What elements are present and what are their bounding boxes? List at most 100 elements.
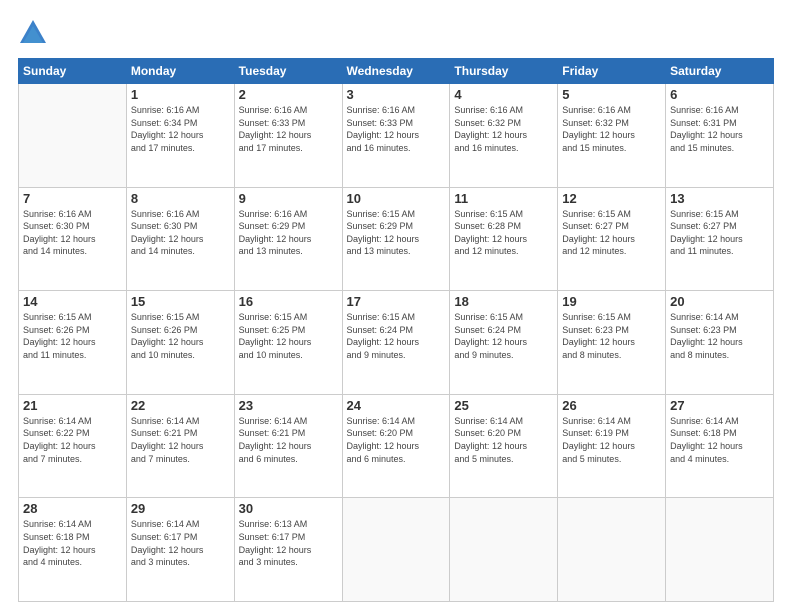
day-info: Sunrise: 6:14 AMSunset: 6:18 PMDaylight:… bbox=[670, 415, 769, 465]
day-number: 14 bbox=[23, 294, 122, 309]
day-info: Sunrise: 6:16 AMSunset: 6:32 PMDaylight:… bbox=[454, 104, 553, 154]
day-info: Sunrise: 6:15 AMSunset: 6:23 PMDaylight:… bbox=[562, 311, 661, 361]
day-info: Sunrise: 6:14 AMSunset: 6:20 PMDaylight:… bbox=[347, 415, 446, 465]
day-info: Sunrise: 6:16 AMSunset: 6:33 PMDaylight:… bbox=[239, 104, 338, 154]
calendar-cell: 14 Sunrise: 6:15 AMSunset: 6:26 PMDayligh… bbox=[19, 291, 127, 395]
calendar-cell: 27 Sunrise: 6:14 AMSunset: 6:18 PMDayligh… bbox=[666, 394, 774, 498]
calendar-body: 1 Sunrise: 6:16 AMSunset: 6:34 PMDaylight… bbox=[19, 84, 774, 602]
calendar-cell: 30 Sunrise: 6:13 AMSunset: 6:17 PMDayligh… bbox=[234, 498, 342, 602]
day-info: Sunrise: 6:15 AMSunset: 6:24 PMDaylight:… bbox=[454, 311, 553, 361]
day-number: 19 bbox=[562, 294, 661, 309]
calendar-cell: 25 Sunrise: 6:14 AMSunset: 6:20 PMDayligh… bbox=[450, 394, 558, 498]
weekday-thursday: Thursday bbox=[450, 59, 558, 84]
day-info: Sunrise: 6:14 AMSunset: 6:21 PMDaylight:… bbox=[131, 415, 230, 465]
weekday-saturday: Saturday bbox=[666, 59, 774, 84]
day-number: 13 bbox=[670, 191, 769, 206]
calendar-header: SundayMondayTuesdayWednesdayThursdayFrid… bbox=[19, 59, 774, 84]
calendar-cell: 15 Sunrise: 6:15 AMSunset: 6:26 PMDayligh… bbox=[126, 291, 234, 395]
day-number: 2 bbox=[239, 87, 338, 102]
day-info: Sunrise: 6:14 AMSunset: 6:17 PMDaylight:… bbox=[131, 518, 230, 568]
calendar-cell bbox=[19, 84, 127, 188]
day-info: Sunrise: 6:16 AMSunset: 6:29 PMDaylight:… bbox=[239, 208, 338, 258]
weekday-wednesday: Wednesday bbox=[342, 59, 450, 84]
calendar-cell bbox=[558, 498, 666, 602]
day-number: 25 bbox=[454, 398, 553, 413]
day-number: 5 bbox=[562, 87, 661, 102]
day-number: 21 bbox=[23, 398, 122, 413]
day-info: Sunrise: 6:15 AMSunset: 6:26 PMDaylight:… bbox=[23, 311, 122, 361]
day-number: 29 bbox=[131, 501, 230, 516]
day-number: 30 bbox=[239, 501, 338, 516]
day-info: Sunrise: 6:14 AMSunset: 6:19 PMDaylight:… bbox=[562, 415, 661, 465]
day-number: 1 bbox=[131, 87, 230, 102]
calendar-cell: 7 Sunrise: 6:16 AMSunset: 6:30 PMDaylight… bbox=[19, 187, 127, 291]
day-number: 15 bbox=[131, 294, 230, 309]
day-number: 26 bbox=[562, 398, 661, 413]
day-info: Sunrise: 6:14 AMSunset: 6:20 PMDaylight:… bbox=[454, 415, 553, 465]
day-info: Sunrise: 6:16 AMSunset: 6:33 PMDaylight:… bbox=[347, 104, 446, 154]
day-number: 24 bbox=[347, 398, 446, 413]
calendar-cell: 11 Sunrise: 6:15 AMSunset: 6:28 PMDayligh… bbox=[450, 187, 558, 291]
calendar-cell: 13 Sunrise: 6:15 AMSunset: 6:27 PMDayligh… bbox=[666, 187, 774, 291]
calendar-cell: 20Sunrise: 6:14 AMSunset: 6:23 PMDayligh… bbox=[666, 291, 774, 395]
day-number: 20 bbox=[670, 294, 769, 309]
day-info: Sunrise: 6:16 AMSunset: 6:30 PMDaylight:… bbox=[131, 208, 230, 258]
header bbox=[18, 18, 774, 48]
calendar-cell: 6 Sunrise: 6:16 AMSunset: 6:31 PMDaylight… bbox=[666, 84, 774, 188]
calendar-cell: 12Sunrise: 6:15 AMSunset: 6:27 PMDayligh… bbox=[558, 187, 666, 291]
page: SundayMondayTuesdayWednesdayThursdayFrid… bbox=[0, 0, 792, 612]
calendar-cell: 1 Sunrise: 6:16 AMSunset: 6:34 PMDaylight… bbox=[126, 84, 234, 188]
logo bbox=[18, 18, 52, 48]
calendar-cell: 21 Sunrise: 6:14 AMSunset: 6:22 PMDayligh… bbox=[19, 394, 127, 498]
calendar-cell: 23Sunrise: 6:14 AMSunset: 6:21 PMDayligh… bbox=[234, 394, 342, 498]
weekday-tuesday: Tuesday bbox=[234, 59, 342, 84]
day-number: 23 bbox=[239, 398, 338, 413]
weekday-row: SundayMondayTuesdayWednesdayThursdayFrid… bbox=[19, 59, 774, 84]
calendar-cell: 22 Sunrise: 6:14 AMSunset: 6:21 PMDayligh… bbox=[126, 394, 234, 498]
day-info: Sunrise: 6:13 AMSunset: 6:17 PMDaylight:… bbox=[239, 518, 338, 568]
calendar-cell: 9Sunrise: 6:16 AMSunset: 6:29 PMDaylight… bbox=[234, 187, 342, 291]
day-info: Sunrise: 6:16 AMSunset: 6:32 PMDaylight:… bbox=[562, 104, 661, 154]
day-info: Sunrise: 6:16 AMSunset: 6:30 PMDaylight:… bbox=[23, 208, 122, 258]
calendar-cell bbox=[666, 498, 774, 602]
calendar-cell: 17 Sunrise: 6:15 AMSunset: 6:24 PMDayligh… bbox=[342, 291, 450, 395]
day-number: 10 bbox=[347, 191, 446, 206]
day-number: 6 bbox=[670, 87, 769, 102]
week-row-1: 7 Sunrise: 6:16 AMSunset: 6:30 PMDaylight… bbox=[19, 187, 774, 291]
day-number: 11 bbox=[454, 191, 553, 206]
day-info: Sunrise: 6:14 AMSunset: 6:18 PMDaylight:… bbox=[23, 518, 122, 568]
calendar: SundayMondayTuesdayWednesdayThursdayFrid… bbox=[18, 58, 774, 602]
week-row-4: 28 Sunrise: 6:14 AMSunset: 6:18 PMDayligh… bbox=[19, 498, 774, 602]
weekday-monday: Monday bbox=[126, 59, 234, 84]
day-number: 3 bbox=[347, 87, 446, 102]
day-info: Sunrise: 6:14 AMSunset: 6:22 PMDaylight:… bbox=[23, 415, 122, 465]
calendar-cell: 5 Sunrise: 6:16 AMSunset: 6:32 PMDaylight… bbox=[558, 84, 666, 188]
day-info: Sunrise: 6:16 AMSunset: 6:31 PMDaylight:… bbox=[670, 104, 769, 154]
calendar-cell: 26 Sunrise: 6:14 AMSunset: 6:19 PMDayligh… bbox=[558, 394, 666, 498]
calendar-cell: 24 Sunrise: 6:14 AMSunset: 6:20 PMDayligh… bbox=[342, 394, 450, 498]
week-row-0: 1 Sunrise: 6:16 AMSunset: 6:34 PMDaylight… bbox=[19, 84, 774, 188]
day-number: 22 bbox=[131, 398, 230, 413]
day-number: 28 bbox=[23, 501, 122, 516]
calendar-cell: 28 Sunrise: 6:14 AMSunset: 6:18 PMDayligh… bbox=[19, 498, 127, 602]
day-info: Sunrise: 6:15 AMSunset: 6:26 PMDaylight:… bbox=[131, 311, 230, 361]
calendar-cell: 2 Sunrise: 6:16 AMSunset: 6:33 PMDaylight… bbox=[234, 84, 342, 188]
calendar-cell: 18Sunrise: 6:15 AMSunset: 6:24 PMDayligh… bbox=[450, 291, 558, 395]
day-info: Sunrise: 6:16 AMSunset: 6:34 PMDaylight:… bbox=[131, 104, 230, 154]
weekday-sunday: Sunday bbox=[19, 59, 127, 84]
day-info: Sunrise: 6:15 AMSunset: 6:24 PMDaylight:… bbox=[347, 311, 446, 361]
day-info: Sunrise: 6:15 AMSunset: 6:27 PMDaylight:… bbox=[562, 208, 661, 258]
day-number: 17 bbox=[347, 294, 446, 309]
week-row-2: 14 Sunrise: 6:15 AMSunset: 6:26 PMDayligh… bbox=[19, 291, 774, 395]
calendar-cell: 3 Sunrise: 6:16 AMSunset: 6:33 PMDaylight… bbox=[342, 84, 450, 188]
day-number: 4 bbox=[454, 87, 553, 102]
calendar-cell: 8 Sunrise: 6:16 AMSunset: 6:30 PMDaylight… bbox=[126, 187, 234, 291]
day-number: 8 bbox=[131, 191, 230, 206]
day-number: 7 bbox=[23, 191, 122, 206]
day-info: Sunrise: 6:15 AMSunset: 6:27 PMDaylight:… bbox=[670, 208, 769, 258]
day-info: Sunrise: 6:15 AMSunset: 6:29 PMDaylight:… bbox=[347, 208, 446, 258]
weekday-friday: Friday bbox=[558, 59, 666, 84]
day-number: 27 bbox=[670, 398, 769, 413]
calendar-cell: 19 Sunrise: 6:15 AMSunset: 6:23 PMDayligh… bbox=[558, 291, 666, 395]
day-info: Sunrise: 6:15 AMSunset: 6:28 PMDaylight:… bbox=[454, 208, 553, 258]
